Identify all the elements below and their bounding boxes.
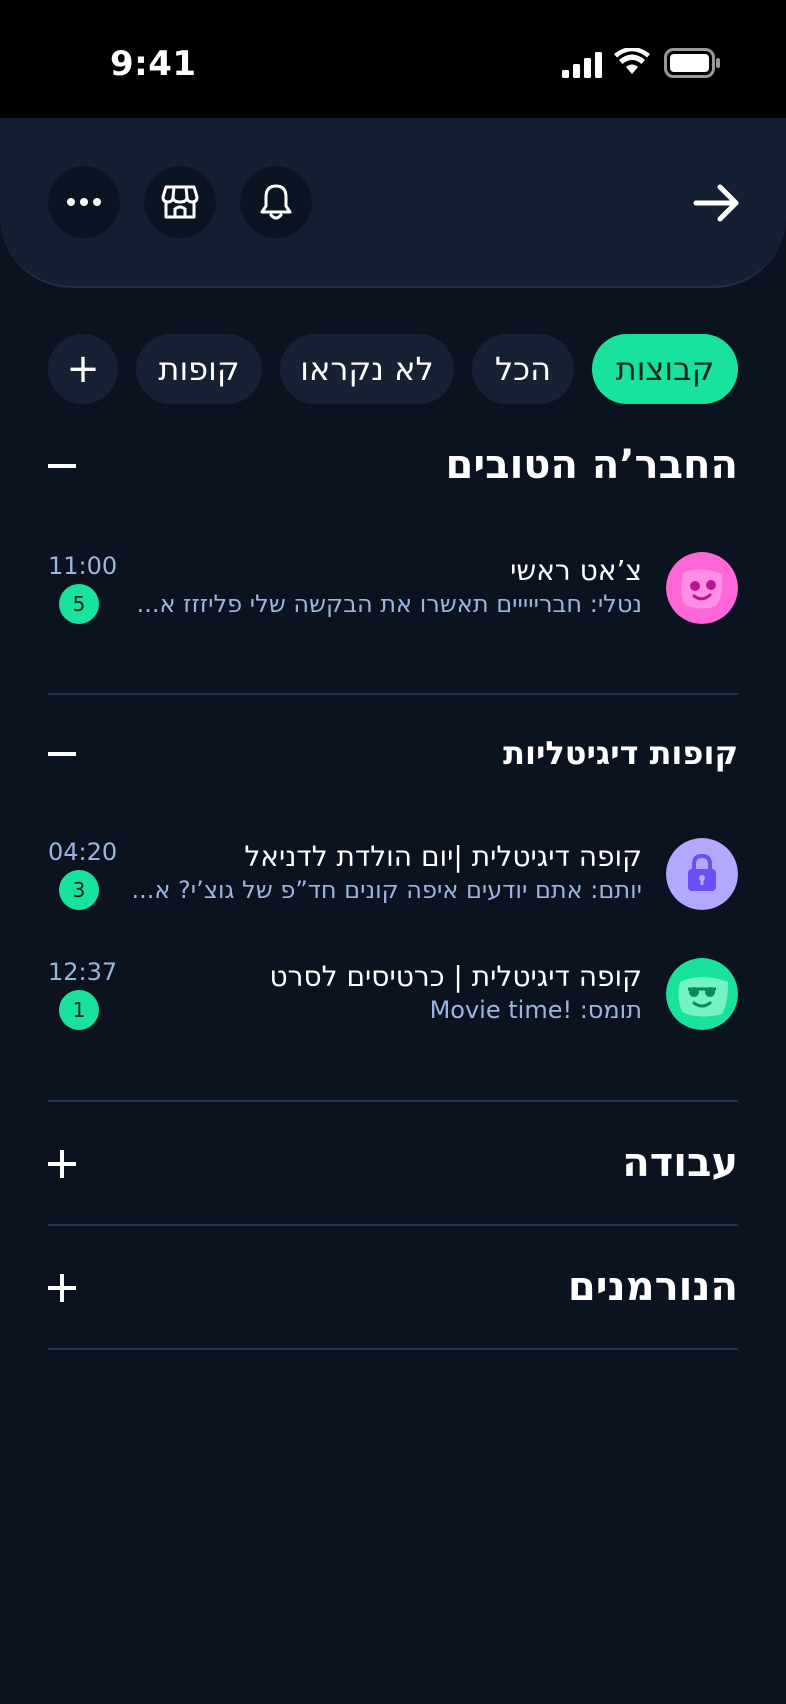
section-title-normies: הנורמנים	[567, 1264, 738, 1310]
header	[0, 118, 786, 288]
avatar	[666, 838, 738, 910]
add-chip-button[interactable]: +	[48, 334, 118, 404]
more-icon	[67, 198, 101, 206]
more-button[interactable]	[48, 166, 120, 238]
bell-icon	[260, 184, 292, 220]
chats-screen: 9:41 קבוצות הכל לא נקראו קופות + החבר’ה …	[0, 0, 786, 1704]
plus-icon[interactable]	[48, 1150, 76, 1178]
notifications-button[interactable]	[240, 166, 312, 238]
chat-row-movie-fund[interactable]: קופה דיגיטלית | כרטיסים לסרט תומס: !Movi…	[48, 958, 738, 1038]
chip-groups[interactable]: קבוצות	[592, 334, 738, 404]
chip-all[interactable]: הכל	[472, 334, 574, 404]
chat-preview: נטלי: חברייייים תאשרו את הבקשה שלי פליזז…	[136, 590, 642, 618]
chat-name: קופה דיגיטלית | כרטיסים לסרט	[269, 960, 642, 993]
store-icon	[161, 185, 199, 219]
chip-unread[interactable]: לא נקראו	[280, 334, 454, 404]
chat-row-birthday-fund[interactable]: קופה דיגיטלית |יום הולדת לדניאל יותם: את…	[48, 838, 738, 918]
signal-icon	[562, 52, 602, 78]
avatar	[666, 958, 738, 1030]
chat-preview: יותם: אתם יודעים איפה קונים חד”פ של גוצ’…	[132, 876, 642, 904]
chip-funds[interactable]: קופות	[136, 334, 262, 404]
plus-icon[interactable]	[48, 1274, 76, 1302]
unread-badge: 3	[59, 870, 99, 910]
chat-time: 12:37	[48, 958, 118, 986]
status-bar: 9:41	[0, 0, 786, 118]
face-icon	[666, 958, 738, 1030]
chat-name: צ’אט ראשי	[510, 554, 642, 587]
chat-time: 04:20	[48, 838, 118, 866]
status-time: 9:41	[110, 44, 197, 84]
unread-badge: 5	[59, 584, 99, 624]
wifi-icon	[614, 48, 650, 74]
chat-row-main[interactable]: צ’אט ראשי נטלי: חברייייים תאשרו את הבקשה…	[48, 552, 738, 632]
chat-preview: תומס: !Movie time	[429, 996, 642, 1024]
section-title-digital-funds: קופות דיגיטליות	[503, 734, 738, 772]
filter-chips: קבוצות הכל לא נקראו קופות +	[0, 334, 786, 404]
avatar	[666, 552, 738, 624]
battery-icon	[664, 48, 720, 78]
divider	[48, 693, 738, 695]
divider	[48, 1348, 738, 1350]
section-title-good-friends: החבר’ה הטובים	[445, 442, 738, 488]
minus-icon[interactable]	[48, 452, 76, 480]
store-button[interactable]	[144, 166, 216, 238]
minus-icon[interactable]	[48, 740, 76, 768]
chat-time: 11:00	[48, 552, 118, 580]
lock-icon	[666, 838, 738, 910]
arrow-right-icon[interactable]	[692, 178, 742, 228]
divider	[48, 1100, 738, 1102]
chat-name: קופה דיגיטלית |יום הולדת לדניאל	[244, 840, 642, 873]
section-title-work: עבודה	[622, 1140, 738, 1186]
face-icon	[666, 552, 738, 624]
unread-badge: 1	[59, 990, 99, 1030]
divider	[48, 1224, 738, 1226]
